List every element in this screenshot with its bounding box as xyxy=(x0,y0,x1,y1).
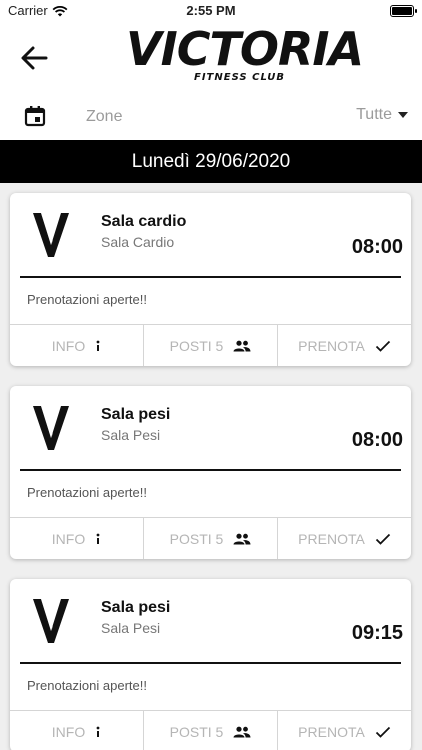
class-room: Sala Cardio xyxy=(101,234,175,250)
class-title: Sala pesi xyxy=(101,406,171,423)
class-room: Sala Pesi xyxy=(101,620,161,636)
calendar-button[interactable] xyxy=(24,105,46,127)
info-button-label: INFO xyxy=(51,530,86,547)
info-button[interactable]: INFO xyxy=(10,711,144,750)
book-button[interactable]: PRENOTA xyxy=(278,711,411,750)
book-button[interactable]: PRENOTA xyxy=(278,518,411,559)
class-title: Sala cardio xyxy=(101,213,187,230)
class-card: Sala cardio Sala Cardio 08:00 Prenotazio… xyxy=(10,193,411,366)
info-button[interactable]: INFO xyxy=(10,518,144,559)
filter-bar: Zone Tutte xyxy=(0,94,422,140)
back-button[interactable] xyxy=(16,40,52,76)
divider xyxy=(20,469,401,471)
zone-dropdown[interactable]: Tutte xyxy=(356,106,408,124)
seats-button[interactable]: POSTI 5 xyxy=(144,325,278,366)
date-header: Lunedì 29/06/2020 xyxy=(0,140,422,183)
divider xyxy=(20,662,401,664)
book-button-label: PRENOTA xyxy=(298,530,365,547)
booking-status: Prenotazioni aperte!! xyxy=(27,485,147,500)
logo-wordmark: VICTORIA xyxy=(126,22,364,76)
people-icon xyxy=(233,340,251,351)
class-card: Sala pesi Sala Pesi 08:00 Prenotazioni a… xyxy=(10,386,411,559)
battery-icon xyxy=(390,5,417,17)
info-icon xyxy=(96,726,100,737)
seats-button-label: POSTI 5 xyxy=(169,530,224,547)
victoria-v-logo xyxy=(33,599,69,643)
class-title: Sala pesi xyxy=(101,599,171,616)
class-time: 08:00 xyxy=(351,236,403,258)
status-bar: Carrier 2:55 PM xyxy=(0,0,422,22)
seats-button[interactable]: POSTI 5 xyxy=(144,518,278,559)
check-icon xyxy=(375,340,390,352)
info-icon xyxy=(96,340,100,351)
info-button[interactable]: INFO xyxy=(10,325,144,366)
book-button-label: PRENOTA xyxy=(298,723,365,740)
booking-status: Prenotazioni aperte!! xyxy=(27,678,147,693)
zone-label: Zone xyxy=(86,108,123,125)
seats-button-label: POSTI 5 xyxy=(169,723,224,740)
app-header: VICTORIA FITNESS CLUB xyxy=(0,22,422,94)
info-icon xyxy=(96,533,100,544)
dropdown-caret-icon xyxy=(398,112,408,118)
book-button-label: PRENOTA xyxy=(298,337,365,354)
zone-dropdown-value: Tutte xyxy=(356,106,392,123)
check-icon xyxy=(375,726,390,738)
seats-button[interactable]: POSTI 5 xyxy=(144,711,278,750)
class-card: Sala pesi Sala Pesi 09:15 Prenotazioni a… xyxy=(10,579,411,750)
card-actions: INFO POSTI 5 PRENOTA xyxy=(10,710,411,750)
card-actions: INFO POSTI 5 PRENOTA xyxy=(10,324,411,366)
card-actions: INFO POSTI 5 PRENOTA xyxy=(10,517,411,559)
people-icon xyxy=(233,533,251,544)
info-button-label: INFO xyxy=(51,723,86,740)
victoria-logo: VICTORIA FITNESS CLUB xyxy=(126,26,364,88)
victoria-v-logo xyxy=(33,406,69,450)
class-time: 09:15 xyxy=(351,622,403,644)
back-arrow-icon xyxy=(21,46,48,70)
class-list: Sala cardio Sala Cardio 08:00 Prenotazio… xyxy=(0,183,422,750)
calendar-icon xyxy=(24,106,46,127)
divider xyxy=(20,276,401,278)
people-icon xyxy=(233,726,251,737)
class-time: 08:00 xyxy=(351,429,403,451)
check-icon xyxy=(375,533,390,545)
clock: 2:55 PM xyxy=(186,3,236,18)
book-button[interactable]: PRENOTA xyxy=(278,325,411,366)
victoria-v-logo xyxy=(33,213,69,257)
class-room: Sala Pesi xyxy=(101,427,161,443)
logo-tagline: FITNESS CLUB xyxy=(194,72,286,83)
booking-status: Prenotazioni aperte!! xyxy=(27,292,147,307)
seats-button-label: POSTI 5 xyxy=(169,337,224,354)
info-button-label: INFO xyxy=(51,337,86,354)
